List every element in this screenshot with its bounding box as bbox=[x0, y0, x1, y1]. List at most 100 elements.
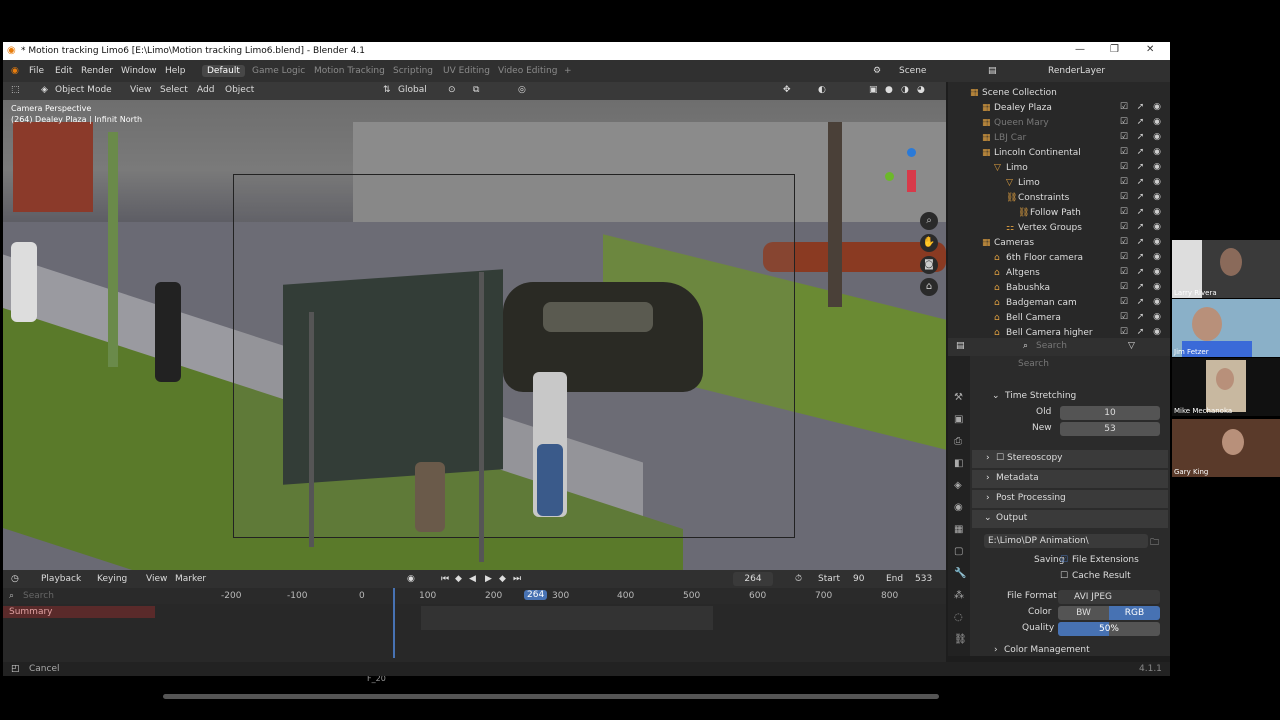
outliner-row[interactable]: ⌂ Bell Camera ☑ ➚ ◉ bbox=[948, 311, 1170, 326]
output-path-field[interactable]: E:\Limo\DP Animation\ bbox=[984, 534, 1148, 548]
timeline-menu-marker[interactable]: Marker bbox=[175, 574, 206, 584]
visibility-toggles[interactable]: ☑ ➚ ◉ bbox=[1120, 162, 1164, 172]
timeline-scrollbar[interactable] bbox=[163, 694, 939, 699]
editor-type-icon[interactable]: ⬚ bbox=[11, 85, 20, 95]
properties-search-input[interactable]: Search bbox=[1018, 359, 1049, 369]
stereoscopy-panel-header[interactable]: › ☐ Stereoscopy bbox=[972, 450, 1168, 468]
viewport-menu-add[interactable]: Add bbox=[197, 85, 214, 95]
timeline-menu-view[interactable]: View bbox=[146, 574, 167, 584]
shading-solid-icon[interactable]: ● bbox=[885, 85, 893, 95]
axis-gizmo[interactable] bbox=[883, 142, 939, 198]
shading-rendered-icon[interactable]: ◕ bbox=[917, 85, 925, 95]
file-format-select[interactable]: AVI JPEG bbox=[1058, 590, 1160, 604]
physics-tab-icon[interactable]: ◌ bbox=[954, 612, 963, 623]
checkbox-stereoscopy[interactable]: ☐ bbox=[996, 453, 1004, 463]
timeline-ruler[interactable]: ⌕ Search -200 -100 0 100 200 264 300 400… bbox=[3, 588, 946, 604]
outliner-row[interactable]: ⛓ Follow Path ☑ ➚ ◉ bbox=[948, 206, 1170, 221]
outliner-row[interactable]: ⚏ Vertex Groups ☑ ➚ ◉ bbox=[948, 221, 1170, 236]
snap-icon[interactable]: ⧉ bbox=[473, 85, 479, 95]
xray-icon[interactable]: ▣ bbox=[869, 85, 878, 95]
summary-channel[interactable]: Summary bbox=[3, 606, 155, 618]
current-frame-field[interactable]: 264 bbox=[733, 572, 773, 586]
quality-slider[interactable]: 50% bbox=[1058, 622, 1160, 636]
outliner-row[interactable]: ⛓ Constraints ☑ ➚ ◉ bbox=[948, 191, 1170, 206]
world-tab-icon[interactable]: ◉ bbox=[954, 502, 963, 513]
checkbox-cache-result[interactable]: ☐ bbox=[1060, 571, 1068, 581]
jump-start-icon[interactable]: ⏮ bbox=[441, 574, 449, 584]
visibility-toggles[interactable]: ☑ ➚ ◉ bbox=[1120, 312, 1164, 322]
post-processing-panel-header[interactable]: › Post Processing bbox=[972, 490, 1168, 508]
viewport-menu-object[interactable]: Object bbox=[225, 85, 254, 95]
tab-scripting[interactable]: Scripting bbox=[393, 66, 433, 76]
outliner-row[interactable]: ⌂ 6th Floor camera ☑ ➚ ◉ bbox=[948, 251, 1170, 266]
outliner-row[interactable]: ▦ Scene Collection bbox=[948, 86, 1170, 101]
outliner-row[interactable]: ▦ Cameras ☑ ➚ ◉ bbox=[948, 236, 1170, 251]
camera-view-icon[interactable]: ◙ bbox=[920, 256, 938, 274]
constraints-tab-icon[interactable]: ⛓ bbox=[954, 634, 967, 645]
scene-tab-icon[interactable]: ◈ bbox=[954, 480, 962, 491]
viewport-menu-select[interactable]: Select bbox=[160, 85, 188, 95]
outliner-search-input[interactable]: Search bbox=[1036, 341, 1067, 351]
person-white[interactable] bbox=[11, 242, 37, 322]
play-reverse-icon[interactable]: ◀ bbox=[469, 574, 476, 584]
close-button[interactable]: ✕ bbox=[1146, 44, 1154, 55]
collection-tab-icon[interactable]: ▦ bbox=[954, 524, 963, 535]
outliner-row[interactable]: ▦ Lincoln Continental ☑ ➚ ◉ bbox=[948, 146, 1170, 161]
particles-tab-icon[interactable]: ⁂ bbox=[954, 590, 964, 601]
prev-keyframe-icon[interactable]: ◆ bbox=[455, 574, 462, 584]
outliner-row[interactable]: ▽ Limo ☑ ➚ ◉ bbox=[948, 161, 1170, 176]
shading-material-icon[interactable]: ◑ bbox=[901, 85, 909, 95]
scene-selector[interactable]: Scene bbox=[899, 66, 926, 76]
pan-hand-icon[interactable]: ✋ bbox=[920, 234, 938, 252]
menu-file[interactable]: File bbox=[29, 66, 44, 76]
minimize-button[interactable]: — bbox=[1075, 44, 1085, 55]
visibility-toggles[interactable]: ☑ ➚ ◉ bbox=[1120, 297, 1164, 307]
color-bw-button[interactable]: BW bbox=[1058, 606, 1109, 620]
visibility-toggles[interactable]: ☑ ➚ ◉ bbox=[1120, 222, 1164, 232]
color-management-panel-header[interactable]: › Color Management bbox=[972, 642, 1168, 656]
mode-selector[interactable]: Object Mode bbox=[55, 85, 112, 95]
old-field[interactable]: 10 bbox=[1060, 406, 1160, 420]
visibility-toggles[interactable]: ☑ ➚ ◉ bbox=[1120, 102, 1164, 112]
tab-uv-editing[interactable]: UV Editing bbox=[443, 66, 490, 76]
visibility-toggles[interactable]: ☑ ➚ ◉ bbox=[1120, 237, 1164, 247]
road-sign[interactable] bbox=[283, 269, 503, 485]
outliner-row[interactable]: ▦ LBJ Car ☑ ➚ ◉ bbox=[948, 131, 1170, 146]
object-tab-icon[interactable]: ▢ bbox=[954, 546, 963, 557]
jump-end-icon[interactable]: ⏭ bbox=[513, 574, 521, 584]
tab-video-editing[interactable]: Video Editing bbox=[498, 66, 557, 76]
modifier-tab-icon[interactable]: 🔧 bbox=[954, 568, 966, 579]
filter-icon[interactable]: ▽ bbox=[1128, 341, 1135, 351]
visibility-toggles[interactable]: ☑ ➚ ◉ bbox=[1120, 282, 1164, 292]
add-workspace-button[interactable]: + bbox=[564, 66, 572, 76]
overlay-toggle-icon[interactable]: ◐ bbox=[818, 85, 826, 95]
output-tab-icon[interactable]: ⎙ bbox=[954, 436, 962, 447]
playhead-frame-label[interactable]: 264 bbox=[524, 590, 548, 600]
render-tab-icon[interactable]: ▣ bbox=[954, 414, 963, 425]
gizmo-toggle-icon[interactable]: ✥ bbox=[783, 85, 791, 95]
outliner-row[interactable]: ⌂ Altgens ☑ ➚ ◉ bbox=[948, 266, 1170, 281]
timeline-search-input[interactable]: Search bbox=[23, 591, 54, 601]
menu-window[interactable]: Window bbox=[121, 66, 157, 76]
folder-icon[interactable]: 🗀 bbox=[1150, 535, 1159, 551]
view-layer-selector[interactable]: RenderLayer bbox=[1048, 66, 1105, 76]
next-keyframe-icon[interactable]: ◆ bbox=[499, 574, 506, 584]
person-black-dress[interactable] bbox=[155, 282, 181, 382]
end-frame-field[interactable]: 533 bbox=[915, 574, 932, 584]
record-icon[interactable]: ◉ bbox=[407, 574, 415, 584]
tab-game-logic[interactable]: Game Logic bbox=[252, 66, 305, 76]
properties-editor-icon[interactable]: ▤ bbox=[956, 341, 965, 351]
view-layer-tab-icon[interactable]: ◧ bbox=[954, 458, 963, 469]
play-icon[interactable]: ▶ bbox=[485, 574, 492, 584]
3d-viewport[interactable]: ⬚ ◈ Object Mode View Select Add Object ⇅… bbox=[3, 82, 946, 570]
proportional-edit-icon[interactable]: ◎ bbox=[518, 85, 526, 95]
playhead-line[interactable] bbox=[393, 588, 395, 658]
menu-render[interactable]: Render bbox=[81, 66, 113, 76]
outliner-row[interactable]: ⌂ Babushka ☑ ➚ ◉ bbox=[948, 281, 1170, 296]
outliner-row[interactable]: ⌂ Bell Camera higher ☑ ➚ ◉ bbox=[948, 326, 1170, 338]
blender-menu-icon[interactable]: ◉ bbox=[11, 66, 19, 76]
tab-motion-tracking[interactable]: Motion Tracking bbox=[314, 66, 385, 76]
timeline-menu-playback[interactable]: Playback bbox=[41, 574, 81, 584]
outliner-row[interactable]: ▦ Dealey Plaza ☑ ➚ ◉ bbox=[948, 101, 1170, 116]
menu-help[interactable]: Help bbox=[165, 66, 186, 76]
